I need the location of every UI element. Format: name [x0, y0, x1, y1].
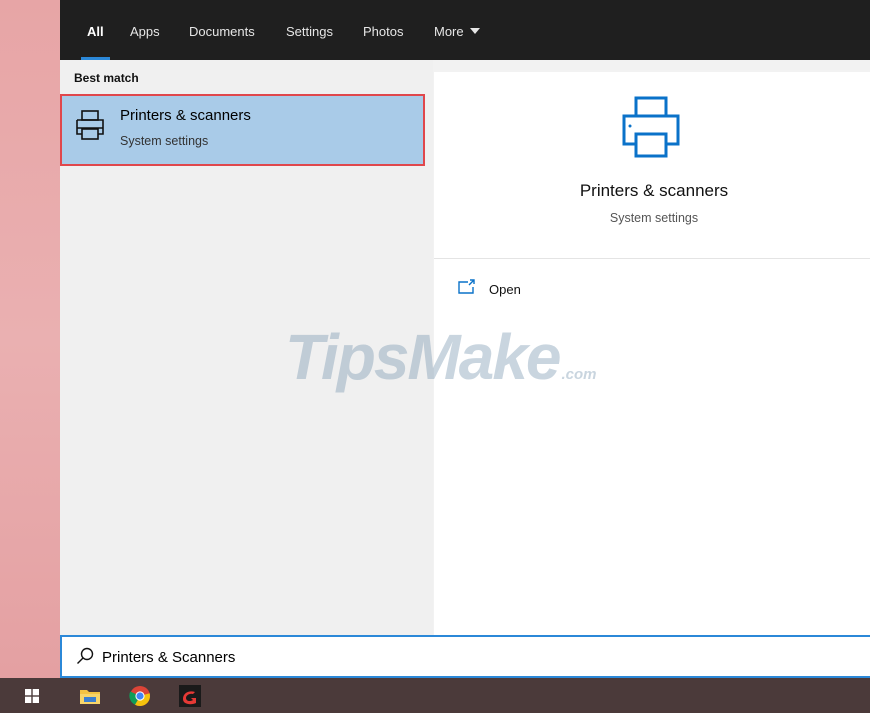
open-window-icon	[458, 279, 475, 294]
caret-down-icon	[469, 28, 480, 34]
detail-subtitle: System settings	[609, 211, 699, 225]
file-explorer-icon	[80, 689, 100, 704]
tab-apps[interactable]: Apps	[130, 0, 160, 60]
app-icon	[179, 684, 201, 707]
chrome-icon	[129, 685, 150, 706]
open-action[interactable]: Open	[458, 277, 658, 301]
detail-divider	[434, 258, 870, 259]
tab-settings[interactable]: Settings	[286, 0, 333, 60]
desktop-background	[0, 0, 60, 678]
start-button[interactable]	[12, 678, 52, 713]
tab-all[interactable]: All	[81, 0, 110, 60]
tab-more-label: More	[434, 24, 464, 39]
best-match-title: Printers & scanners	[120, 107, 251, 124]
detail-pane: Printers & scanners System settings Open	[434, 72, 870, 635]
search-input[interactable]	[102, 643, 842, 671]
search-icon	[77, 647, 94, 664]
tab-documents[interactable]: Documents	[189, 0, 255, 60]
search-box	[60, 635, 870, 678]
open-action-label: Open	[489, 282, 521, 297]
tab-more[interactable]: More	[434, 0, 480, 60]
best-match-result[interactable]: Printers & scanners System settings	[60, 94, 425, 166]
printer-icon	[622, 96, 680, 158]
taskbar-file-explorer[interactable]	[70, 678, 110, 713]
taskbar	[0, 678, 870, 713]
windows-start-icon	[25, 688, 39, 703]
taskbar-app[interactable]	[170, 678, 210, 713]
results-list: Best match Printers & scanners System se…	[60, 60, 433, 635]
printer-icon	[76, 110, 104, 140]
best-match-heading: Best match	[74, 71, 139, 85]
detail-title: Printers & scanners	[579, 181, 729, 200]
best-match-subtitle: System settings	[120, 134, 209, 148]
search-panel: All Apps Documents Settings Photos More …	[60, 0, 870, 678]
search-tab-bar: All Apps Documents Settings Photos More	[60, 0, 870, 60]
taskbar-chrome[interactable]	[120, 678, 160, 713]
tab-photos[interactable]: Photos	[363, 0, 403, 60]
